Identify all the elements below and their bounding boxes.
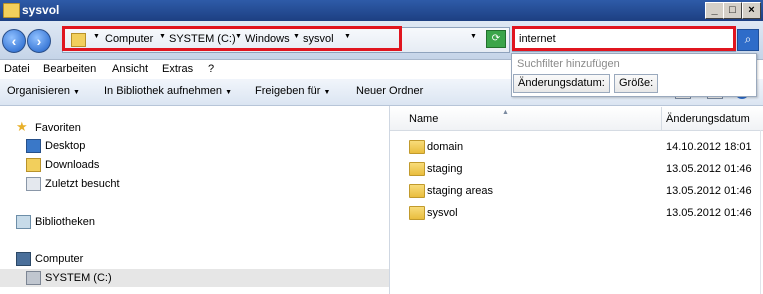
file-row[interactable]: domain 14.10.2012 18:01 [390,137,763,157]
minimize-button[interactable]: _ [705,2,724,19]
nav-item-label: Downloads [45,159,100,171]
navigation-pane: ★ Favoriten Desktop Downloads Zuletzt be… [0,106,390,294]
desktop-icon [26,139,41,153]
file-name: sysvol [427,207,458,219]
add-to-library-button[interactable]: In Bibliothek aufnehmen ▼ [104,85,232,97]
nav-item-favorites[interactable]: ★ Favoriten [0,119,389,137]
nav-item-libraries[interactable]: Bibliotheken [0,213,389,231]
menu-file[interactable]: Datei [4,63,30,75]
nav-item-label: Favoriten [35,122,81,134]
organize-label: Organisieren [7,85,70,97]
highlight-box-search [512,26,736,51]
nav-item-label: SYSTEM (C:) [45,272,112,284]
title-bar: sysvol _ □ × [0,0,763,21]
star-icon: ★ [16,119,28,134]
drive-icon [26,271,41,285]
forward-button[interactable]: › [27,29,51,53]
share-with-label: Freigeben für [255,85,321,97]
sort-ascending-icon: ▲ [502,109,509,116]
folder-icon [409,206,425,220]
nav-item-label: Computer [35,253,84,265]
column-header: Name ▲ Änderungsdatum [390,107,763,131]
menu-view[interactable]: Ansicht [112,63,148,75]
file-row[interactable]: staging areas 13.05.2012 01:46 [390,181,763,201]
chevron-down-icon: ▼ [323,89,331,96]
column-header-modified[interactable]: Änderungsdatum [666,113,750,125]
nav-item-desktop[interactable]: Desktop [0,137,389,155]
file-name: domain [427,141,464,153]
search-suggestions: Suchfilter hinzufügen Änderungsdatum: Gr… [511,53,757,97]
folder-icon [3,3,20,18]
folder-icon [409,184,425,198]
computer-icon [16,252,31,266]
downloads-folder-icon [26,158,41,172]
folder-icon [409,162,425,176]
nav-item-downloads[interactable]: Downloads [0,156,389,174]
menu-edit[interactable]: Bearbeiten [43,63,96,75]
file-modified: 13.05.2012 01:46 [666,185,752,197]
menu-tools[interactable]: Extras [162,63,193,75]
column-header-name[interactable]: Name [409,113,438,125]
maximize-button[interactable]: □ [723,2,742,19]
file-row[interactable]: staging 13.05.2012 01:46 [390,159,763,179]
filter-size[interactable]: Größe: [614,74,659,93]
file-modified: 13.05.2012 01:46 [666,207,752,219]
nav-item-label: Desktop [45,140,86,152]
nav-item-label: Bibliotheken [35,216,95,228]
filter-modified-date[interactable]: Änderungsdatum: [513,74,610,93]
highlight-box-address [62,26,402,51]
scrollbar-edge [760,130,761,294]
column-divider[interactable] [661,107,662,130]
file-row[interactable]: sysvol 13.05.2012 01:46 [390,203,763,223]
window-title: sysvol [22,3,60,17]
refresh-icon[interactable]: ⟳ [486,30,506,48]
share-with-button[interactable]: Freigeben für ▼ [255,85,330,97]
file-name: staging [427,163,463,175]
file-name: staging areas [427,185,494,197]
nav-item-computer[interactable]: Computer [0,250,389,268]
nav-item-recent[interactable]: Zuletzt besucht [0,175,389,193]
libraries-icon [16,215,31,229]
new-folder-button[interactable]: Neuer Ordner [356,85,423,97]
file-modified: 13.05.2012 01:46 [666,163,752,175]
search-filter-hint: Suchfilter hinzufügen [517,58,620,70]
add-to-library-label: In Bibliothek aufnehmen [104,85,223,97]
history-dropdown-icon[interactable]: ▼ [470,33,477,40]
search-icon[interactable]: ⌕ [737,29,759,51]
recent-places-icon [26,177,41,191]
close-button[interactable]: × [742,2,761,19]
chevron-down-icon: ▼ [225,89,233,96]
folder-icon [409,140,425,154]
menu-help[interactable]: ? [208,63,214,75]
nav-item-system-drive[interactable]: SYSTEM (C:) [0,269,389,287]
chevron-down-icon: ▼ [73,89,80,96]
nav-item-label: Zuletzt besucht [45,178,120,190]
back-button[interactable]: ‹ [2,29,26,53]
file-list: Name ▲ Änderungsdatum domain 14.10.2012 … [390,106,763,294]
file-modified: 14.10.2012 18:01 [666,141,752,153]
organize-button[interactable]: Organisieren ▼ [7,85,80,97]
